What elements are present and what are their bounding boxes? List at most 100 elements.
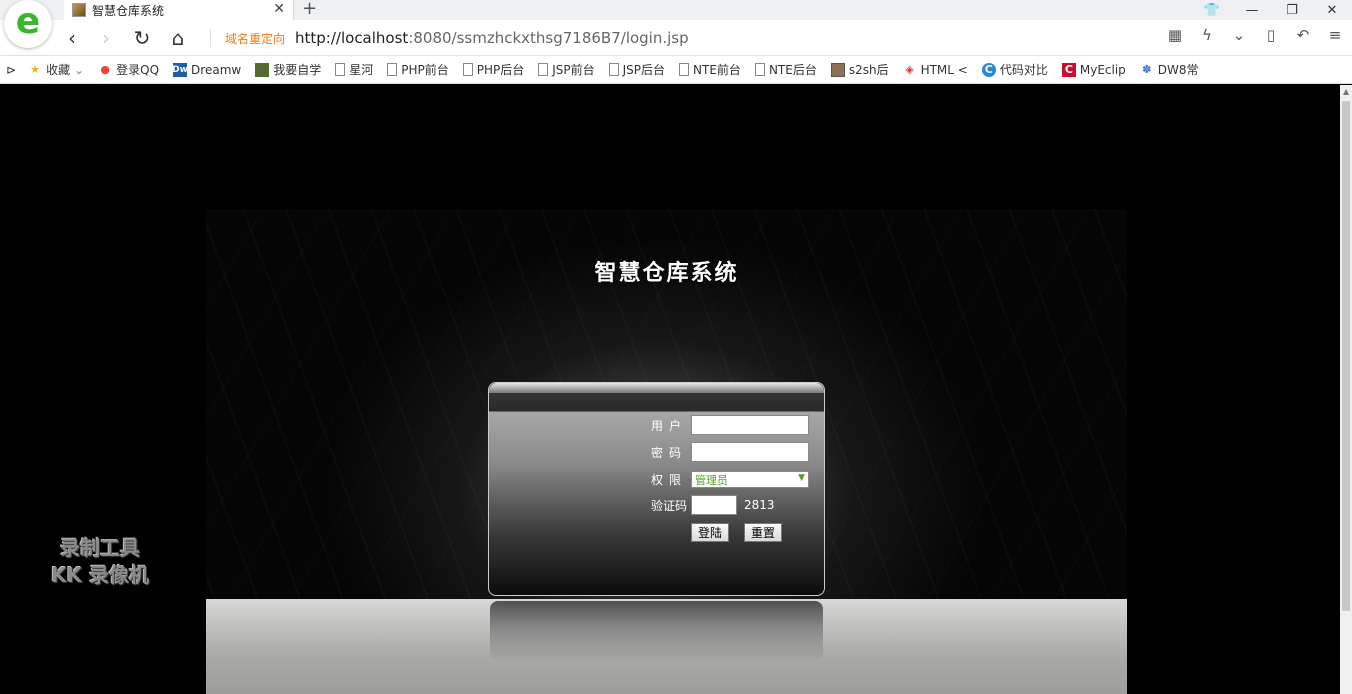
captcha-row: 验证码 2813 xyxy=(643,495,775,515)
url-text[interactable]: http://localhost:8080/ssmzhckxthsg7186B7… xyxy=(295,29,689,47)
nav-toolbar-right: ▦ ϟ ⌄ ▯ ↶ ≡ xyxy=(1164,26,1346,44)
dropdown-arrow-icon: ▼ xyxy=(798,473,805,483)
browser-logo: e xyxy=(4,0,52,48)
page-icon xyxy=(462,63,473,76)
bookmark-label: NTE前台 xyxy=(693,63,741,77)
dreamweaver-icon: Dw xyxy=(172,62,188,77)
tab-favicon-icon xyxy=(72,3,86,17)
bookmark-label: PHP前台 xyxy=(401,63,449,77)
compare-icon: C xyxy=(981,62,996,77)
username-label: 用户 xyxy=(650,418,687,433)
bookmark-label: 星河 xyxy=(349,63,374,77)
button-row: 登陆 重置 xyxy=(691,523,797,542)
address-separator xyxy=(210,29,211,47)
page-icon xyxy=(754,63,765,76)
url-redirect-label: 域名重定向 xyxy=(225,31,286,46)
login-panel: 用户 密码 权限 管理员 ▼ 验证码 2813 登陆 重置 xyxy=(488,382,825,596)
lightning-icon[interactable]: ϟ xyxy=(1196,26,1218,44)
login-stage: 智慧仓库系统 用户 密码 权限 管理员 ▼ 验证码 2813 登陆 重置 xyxy=(206,209,1127,694)
bookmark-label: JSP前台 xyxy=(552,63,595,77)
bookmark-item[interactable]: ★ 收藏 ⌄ xyxy=(28,61,84,78)
watermark-line-1: 录制工具 xyxy=(60,536,140,560)
browser-tab[interactable]: 智慧仓库系统 ✕ xyxy=(64,0,294,20)
bookmark-item[interactable]: 我要自学 xyxy=(255,61,321,78)
bookmark-label: JSP后台 xyxy=(622,63,666,77)
password-row: 密码 xyxy=(643,442,809,462)
bookmark-label: 代码对比 xyxy=(999,63,1048,77)
bookmark-item[interactable]: 星河 xyxy=(335,61,373,78)
myeclipse-icon: C xyxy=(1061,62,1076,77)
captcha-label: 验证码 xyxy=(650,498,687,513)
bookmark-label: MyEclip xyxy=(1079,62,1126,77)
bookmark-label: 我要自学 xyxy=(273,63,322,77)
restore-icon[interactable]: ❐ xyxy=(1272,0,1312,20)
scroll-thumb[interactable] xyxy=(1342,101,1350,611)
menu-icon[interactable]: ≡ xyxy=(1324,26,1346,44)
bookmark-item[interactable]: C 代码对比 xyxy=(981,61,1048,78)
bookmark-item[interactable]: ◈ HTML < xyxy=(903,63,968,77)
bookmark-item[interactable]: JSP前台 xyxy=(538,61,595,78)
vertical-scrollbar[interactable]: ▲ xyxy=(1340,85,1352,694)
undo-icon[interactable]: ↶ xyxy=(1292,26,1314,44)
bookmark-label: 登录QQ xyxy=(116,63,160,77)
login-button[interactable]: 登陆 xyxy=(691,523,730,542)
bookmark-item[interactable]: C MyEclip xyxy=(1061,62,1126,77)
page-icon xyxy=(387,63,398,76)
bookmark-item[interactable]: Dw Dreamw xyxy=(172,62,242,77)
page-icon xyxy=(335,63,346,76)
bookmark-item[interactable]: NTE后台 xyxy=(754,61,817,78)
chevron-down-icon[interactable]: ⌄ xyxy=(1228,26,1250,44)
close-window-icon[interactable]: ✕ xyxy=(1312,0,1352,20)
role-label: 权限 xyxy=(650,473,687,487)
address-bar[interactable]: 域名重定向 http://localhost:8080/ssmzhckxthsg… xyxy=(210,24,1238,52)
browser-e-icon: e xyxy=(15,1,41,42)
role-row: 权限 管理员 ▼ xyxy=(643,471,809,488)
minimize-icon[interactable]: — xyxy=(1232,0,1272,20)
captcha-input[interactable] xyxy=(691,495,737,515)
bookmarks-toggle-icon[interactable]: ⊳ xyxy=(6,63,16,77)
new-tab-icon[interactable]: + xyxy=(302,0,317,19)
bookmarks-bar: ⊳ ★ 收藏 ⌄ ● 登录QQ Dw Dreamw 我要自学 星河 PHP前台 PHP后… xyxy=(0,56,1352,84)
bookmark-label: PHP后台 xyxy=(476,63,525,77)
skin-icon[interactable]: 👕 xyxy=(1192,0,1232,20)
url-host: http://localhost xyxy=(295,29,409,47)
back-icon[interactable]: ‹ xyxy=(60,26,84,50)
bookmark-label: Dreamw xyxy=(191,62,242,77)
bookmark-item[interactable]: s2sh后 xyxy=(830,61,889,78)
scroll-up-icon[interactable]: ▲ xyxy=(1343,87,1349,96)
role-select[interactable]: 管理员 ▼ xyxy=(691,471,809,488)
bookmark-item[interactable]: JSP后台 xyxy=(608,61,666,78)
page-icon xyxy=(679,63,690,76)
page-icon xyxy=(538,63,549,76)
panel-gloss xyxy=(489,383,824,393)
reset-button[interactable]: 重置 xyxy=(744,523,783,542)
forward-icon[interactable]: › xyxy=(94,26,118,50)
image-icon xyxy=(830,62,845,77)
qr-code-icon[interactable]: ▦ xyxy=(1164,26,1186,44)
watermark-line-2: KK 录像机 xyxy=(51,563,149,587)
bookmark-item[interactable]: ✽ DW8常 xyxy=(1140,61,1198,78)
qq-icon: ● xyxy=(100,63,110,76)
page-title: 智慧仓库系统 xyxy=(594,260,739,286)
role-selected-value: 管理员 xyxy=(695,473,728,487)
recorder-watermark: 录制工具 KK 录像机 xyxy=(34,535,166,589)
bookmark-item[interactable]: ● 登录QQ xyxy=(98,61,159,78)
tab-close-icon[interactable]: ✕ xyxy=(273,1,285,17)
bookmark-label: NTE后台 xyxy=(768,63,817,77)
page-viewport: 智慧仓库系统 用户 密码 权限 管理员 ▼ 验证码 2813 登陆 重置 录制工… xyxy=(0,85,1340,694)
bookmark-item[interactable]: NTE前台 xyxy=(679,61,741,78)
bookmark-label: 收藏 xyxy=(46,63,71,77)
username-input[interactable] xyxy=(691,415,809,435)
page-icon xyxy=(608,63,619,76)
refresh-icon[interactable]: ↻ xyxy=(130,26,154,50)
bookmark-item[interactable]: PHP前台 xyxy=(387,61,449,78)
tab-bar: 智慧仓库系统 ✕ + 👕 — ❐ ✕ xyxy=(0,0,1352,20)
bookmark-label: HTML < xyxy=(920,62,968,77)
password-input[interactable] xyxy=(691,442,809,462)
home-icon[interactable]: ⌂ xyxy=(166,26,190,50)
bookmark-item[interactable]: PHP后台 xyxy=(462,61,525,78)
password-label: 密码 xyxy=(650,445,687,460)
star-icon: ★ xyxy=(30,63,40,76)
chevron-down-icon: ⌄ xyxy=(74,62,85,77)
bookmark-page-icon[interactable]: ▯ xyxy=(1260,26,1282,44)
